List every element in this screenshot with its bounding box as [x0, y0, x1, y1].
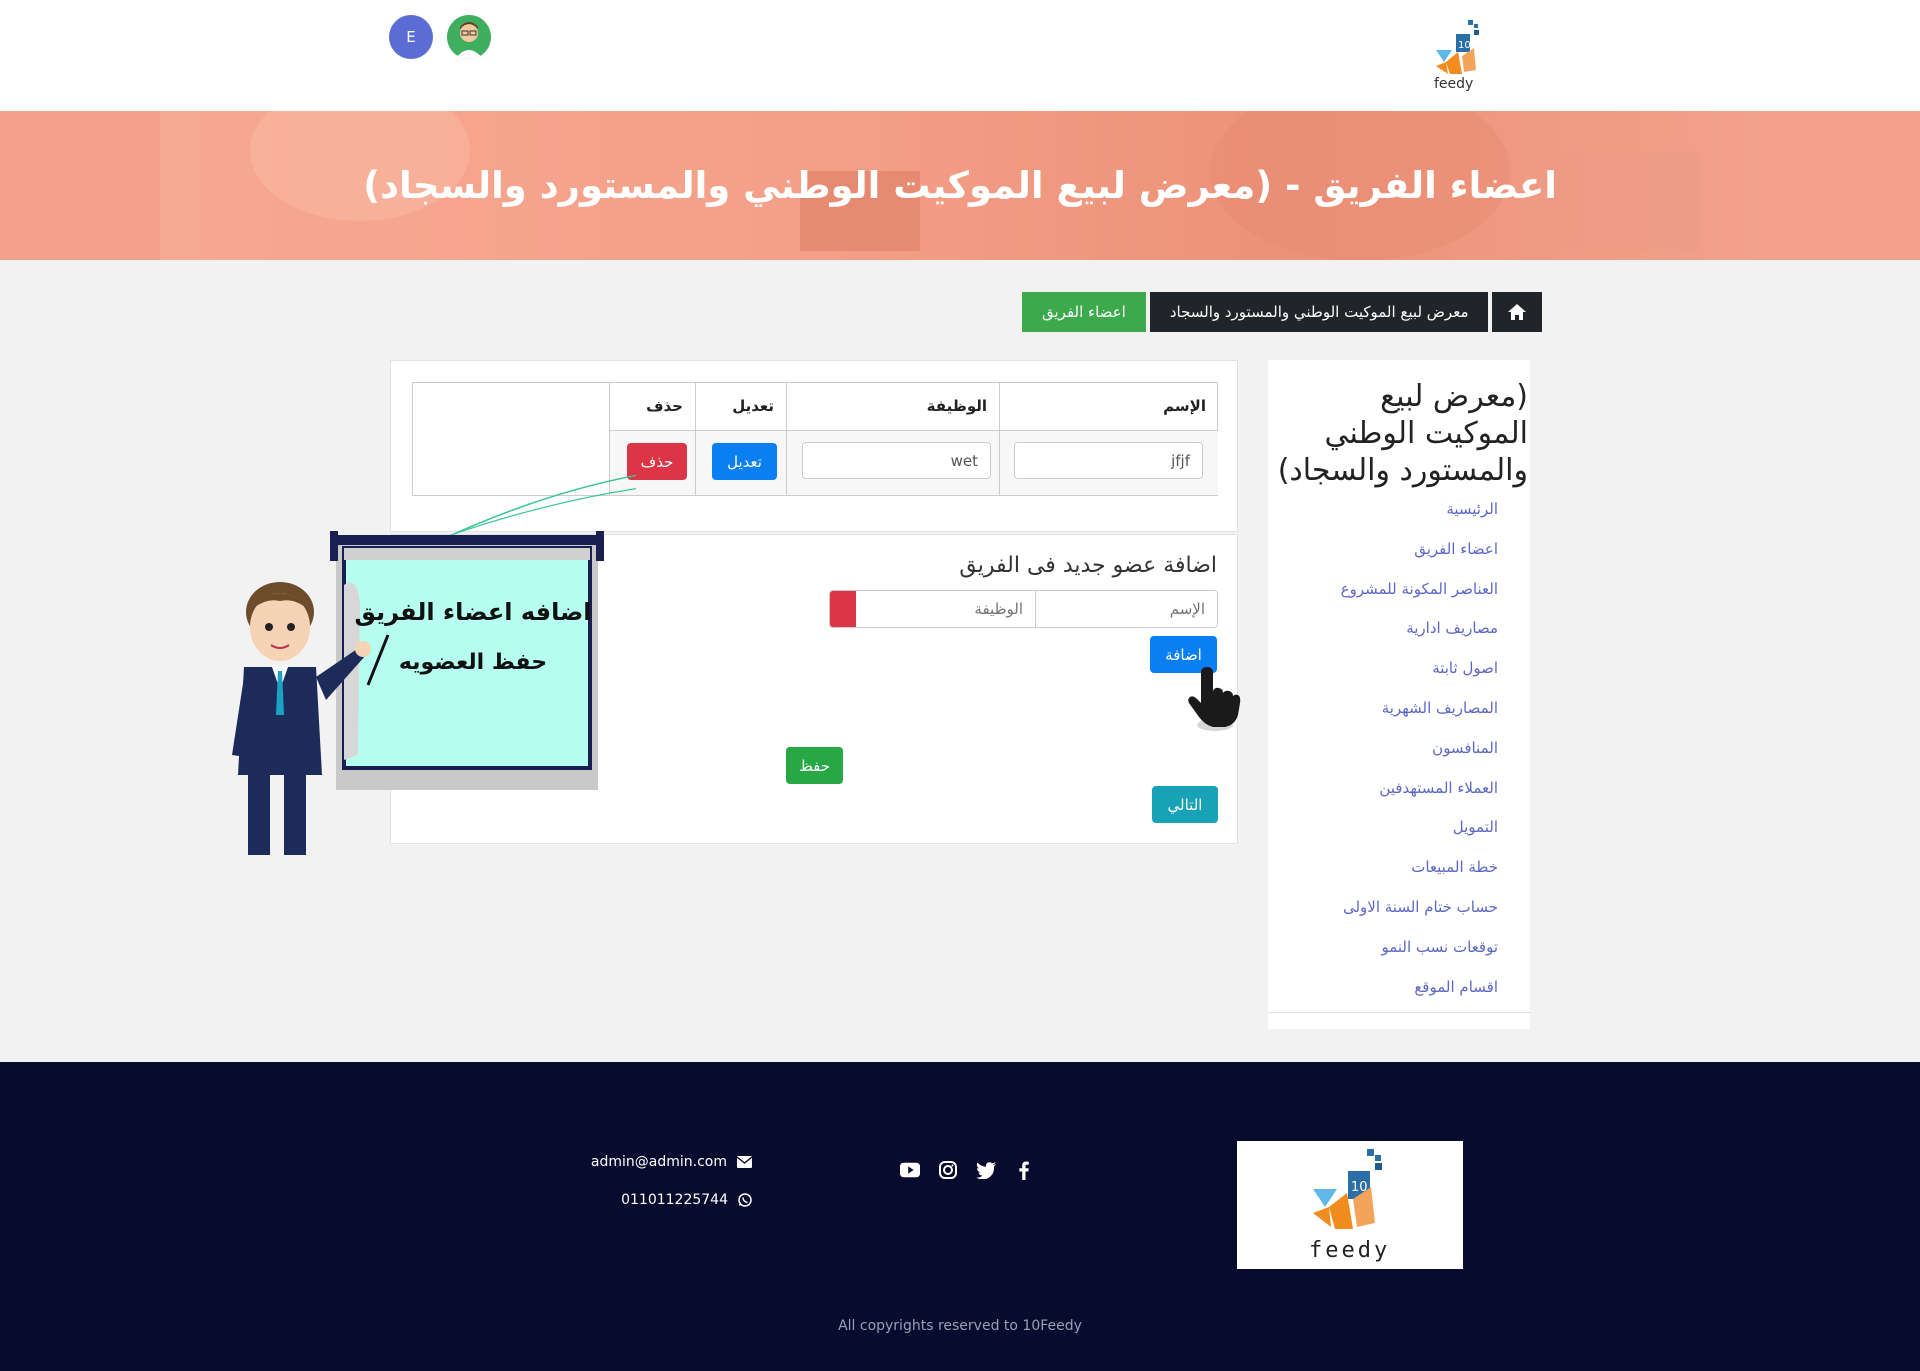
- breadcrumb-home[interactable]: [1492, 292, 1543, 332]
- sidebar-item-home[interactable]: الرئيسية: [1341, 500, 1498, 540]
- user-avatar-initial[interactable]: E: [389, 15, 433, 59]
- svg-text:10: 10: [1458, 40, 1471, 51]
- tutorial-line-2: حفظ العضويه: [398, 650, 548, 675]
- pointer-hand-icon: [1188, 667, 1241, 731]
- sidebar-item-year-end[interactable]: حساب ختام السنة الاولى: [1341, 898, 1498, 938]
- new-member-name-input[interactable]: [1036, 591, 1217, 627]
- copyright: All copyrights reserved to 10Feedy: [838, 1318, 1082, 1334]
- page-title: اعضاء الفريق - (معرض لبيع الموكيت الوطني…: [363, 164, 1557, 207]
- phone-row: 011011225744: [548, 1181, 752, 1219]
- facebook-icon[interactable]: [1014, 1160, 1034, 1180]
- sidebar-item-sales-plan[interactable]: خطة المبيعات: [1341, 858, 1498, 898]
- email-row: admin@admin.com: [548, 1143, 752, 1181]
- th-job: الوظيفة: [787, 383, 1000, 431]
- breadcrumb: معرض لبيع الموكيت الوطني والمستورد والسج…: [1022, 292, 1543, 332]
- next-button[interactable]: التالي: [1152, 786, 1218, 823]
- sidebar-item-admin-expenses[interactable]: مصاريف ادارية: [1341, 619, 1498, 659]
- th-edit: تعديل: [696, 383, 787, 431]
- youtube-icon[interactable]: [900, 1160, 920, 1180]
- instagram-icon[interactable]: [938, 1160, 958, 1180]
- tutorial-illustration: [232, 474, 636, 855]
- footer-contact: admin@admin.com 011011225744: [548, 1143, 752, 1219]
- remove-field-indicator[interactable]: [830, 591, 856, 627]
- save-button[interactable]: حفظ: [786, 747, 843, 784]
- sidebar-item-components[interactable]: العناصر المكونة للمشروع: [1341, 580, 1498, 620]
- sidebar-item-fixed-assets[interactable]: اصول ثابتة: [1341, 659, 1498, 699]
- member-job-field[interactable]: wet: [802, 442, 991, 479]
- svg-text:feedy: feedy: [1309, 1238, 1390, 1263]
- feedy-logo[interactable]: 10 feedy: [1428, 18, 1494, 92]
- phone-text[interactable]: 011011225744: [621, 1192, 728, 1208]
- sidebar-item-competitors[interactable]: المنافسون: [1341, 739, 1498, 779]
- whatsapp-icon: [738, 1193, 752, 1207]
- add-member-title: اضافة عضو جديد فى الفريق: [959, 553, 1217, 578]
- hero-right-fill: [1760, 111, 1920, 260]
- delete-member-button[interactable]: حذف: [627, 443, 687, 480]
- footer-logo[interactable]: 10 feedy: [1237, 1141, 1463, 1269]
- top-navbar: [0, 0, 1920, 111]
- edit-member-button[interactable]: تعديل: [712, 443, 777, 480]
- hero-left-fill: [0, 111, 160, 260]
- sidebar-menu: الرئيسية اعضاء الفريق العناصر المكونة لل…: [1341, 500, 1498, 1017]
- new-member-job-input[interactable]: [856, 591, 1036, 627]
- sidebar-item-growth[interactable]: توقعات نسب النمو: [1341, 938, 1498, 978]
- sidebar-title: (معرض لبيع الموكيت الوطني والمستورد والس…: [1277, 379, 1528, 488]
- breadcrumb-project[interactable]: معرض لبيع الموكيت الوطني والمستورد والسج…: [1149, 292, 1489, 332]
- sidebar-item-funding[interactable]: التمويل: [1341, 818, 1498, 858]
- sidebar-divider: [1268, 1012, 1530, 1013]
- envelope-icon: [737, 1156, 752, 1168]
- sidebar-item-target-customers[interactable]: العملاء المستهدفين: [1341, 779, 1498, 819]
- sidebar-item-monthly-expenses[interactable]: المصاريف الشهرية: [1341, 699, 1498, 739]
- breadcrumb-current: اعضاء الفريق: [1022, 292, 1146, 332]
- sidebar-item-team[interactable]: اعضاء الفريق: [1341, 540, 1498, 580]
- svg-text:feedy: feedy: [1434, 76, 1473, 92]
- sidebar: (معرض لبيع الموكيت الوطني والمستورد والس…: [1268, 360, 1530, 1029]
- member-name-field[interactable]: jfjf: [1014, 442, 1203, 479]
- add-member-input-group: [829, 590, 1218, 628]
- twitter-icon[interactable]: [976, 1160, 996, 1180]
- th-name: الإسم: [1000, 383, 1218, 431]
- social-links: [900, 1160, 1034, 1180]
- tutorial-line-1: اضافه اعضاء الفريق: [354, 598, 592, 626]
- email-text[interactable]: admin@admin.com: [591, 1154, 727, 1170]
- user-avatar[interactable]: [447, 15, 491, 59]
- home-icon: [1508, 304, 1527, 320]
